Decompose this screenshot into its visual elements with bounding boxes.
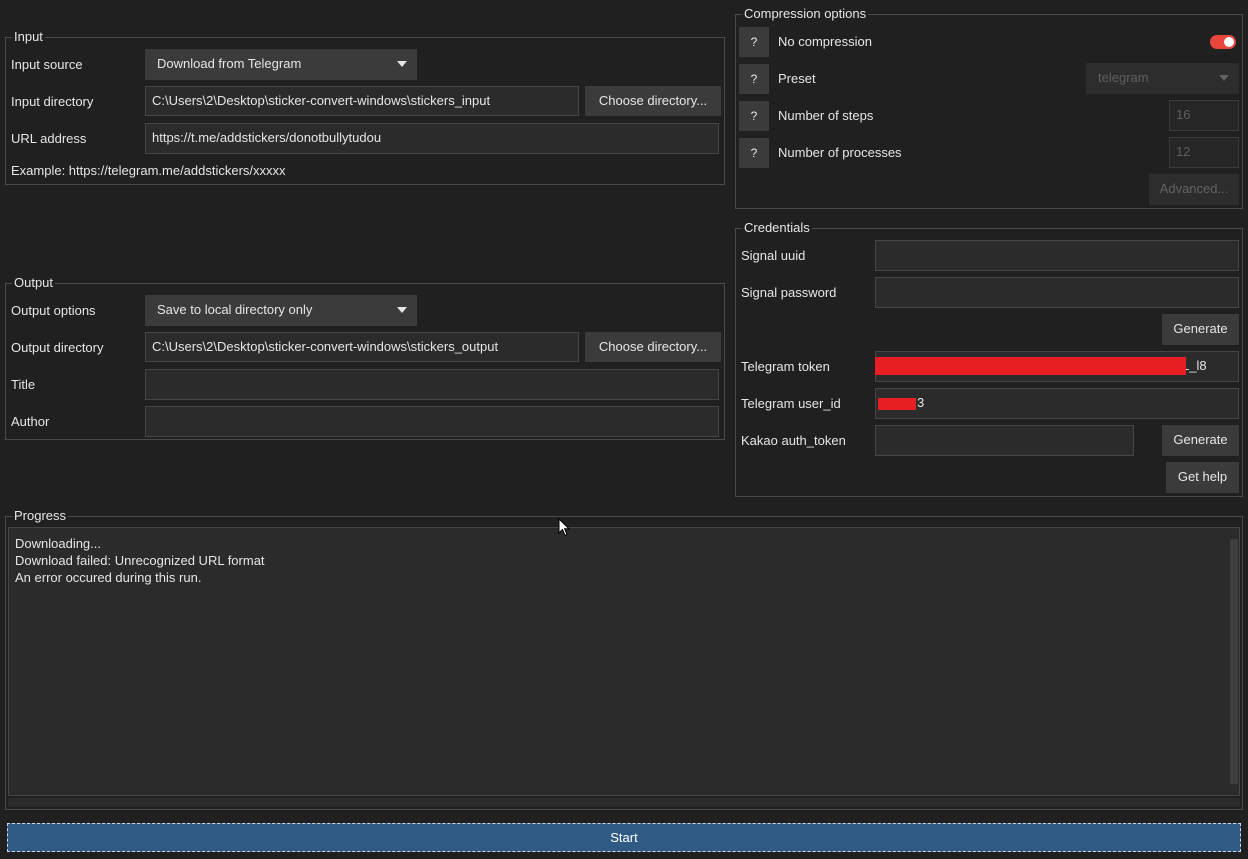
telegram-token-label: Telegram token <box>741 359 830 374</box>
signal-password-input[interactable] <box>875 277 1239 308</box>
input-source-label: Input source <box>11 57 83 72</box>
url-address-label: URL address <box>11 131 87 146</box>
telegram-userid-visible: 3 <box>917 395 925 410</box>
number-of-steps-label: Number of steps <box>778 108 874 123</box>
telegram-userid-redaction <box>878 398 916 410</box>
preset-label: Preset <box>778 71 816 86</box>
kakao-generate-button[interactable]: Generate <box>1162 425 1239 456</box>
preset-help-button[interactable]: ? <box>739 64 769 94</box>
output-directory-field[interactable]: C:\Users\2\Desktop\sticker-convert-windo… <box>145 332 579 362</box>
chevron-down-icon <box>1219 75 1229 81</box>
kakao-auth-token-label: Kakao auth_token <box>741 433 846 448</box>
author-input[interactable] <box>145 406 719 437</box>
preset-value: telegram <box>1098 70 1149 85</box>
input-choose-directory-button[interactable]: Choose directory... <box>585 86 721 116</box>
number-of-processes-label: Number of processes <box>778 145 902 160</box>
input-source-dropdown[interactable]: Download from Telegram <box>145 49 417 80</box>
url-address-input[interactable]: https://t.me/addstickers/donotbullytudou <box>145 123 719 154</box>
start-button[interactable]: Start <box>7 823 1241 852</box>
no-compression-toggle[interactable] <box>1210 35 1236 49</box>
progress-log[interactable]: Downloading... Download failed: Unrecogn… <box>8 527 1240 796</box>
progress-scrollbar[interactable] <box>1229 529 1239 794</box>
url-example-text: Example: https://telegram.me/addstickers… <box>11 163 286 178</box>
processes-help-button[interactable]: ? <box>739 138 769 168</box>
chevron-down-icon <box>397 307 407 313</box>
log-line: An error occured during this run. <box>15 570 202 585</box>
log-line: Downloading... <box>15 536 101 551</box>
input-directory-field[interactable]: C:\Users\2\Desktop\sticker-convert-windo… <box>145 86 579 116</box>
signal-uuid-label: Signal uuid <box>741 248 806 263</box>
compression-options-legend: Compression options <box>742 6 869 22</box>
credentials-legend: Credentials <box>742 220 812 236</box>
input-directory-label: Input directory <box>11 94 94 109</box>
output-directory-label: Output directory <box>11 340 104 355</box>
title-input[interactable] <box>145 369 719 400</box>
output-options-label: Output options <box>11 303 96 318</box>
advanced-button[interactable]: Advanced... <box>1149 174 1239 205</box>
signal-uuid-input[interactable] <box>875 240 1239 271</box>
output-group-legend: Output <box>12 275 56 291</box>
log-line: Download failed: Unrecognized URL format <box>15 553 265 568</box>
author-label: Author <box>11 414 50 429</box>
no-compression-label: No compression <box>778 34 872 49</box>
preset-dropdown[interactable]: telegram <box>1086 63 1239 94</box>
output-options-value: Save to local directory only <box>157 302 313 317</box>
output-choose-directory-button[interactable]: Choose directory... <box>585 332 721 362</box>
chevron-down-icon <box>397 61 407 67</box>
number-of-steps-input[interactable]: 16 <box>1169 100 1239 131</box>
signal-generate-button[interactable]: Generate <box>1162 314 1239 345</box>
input-source-value: Download from Telegram <box>157 56 302 71</box>
kakao-auth-token-input[interactable] <box>875 425 1134 456</box>
title-label: Title <box>11 377 36 392</box>
telegram-userid-label: Telegram user_id <box>741 396 841 411</box>
no-compression-help-button[interactable]: ? <box>739 27 769 57</box>
signal-password-label: Signal password <box>741 285 837 300</box>
input-group-legend: Input <box>12 29 45 45</box>
get-help-button[interactable]: Get help <box>1166 462 1239 493</box>
progress-bar <box>8 798 1240 807</box>
progress-legend: Progress <box>12 508 69 524</box>
toggle-knob <box>1224 37 1234 47</box>
mouse-cursor-icon <box>558 518 570 537</box>
scrollbar-thumb[interactable] <box>1230 539 1238 784</box>
telegram-token-redaction <box>875 357 1186 375</box>
telegram-userid-input[interactable]: 3 <box>875 388 1239 419</box>
number-of-processes-input[interactable]: 12 <box>1169 137 1239 168</box>
steps-help-button[interactable]: ? <box>739 101 769 131</box>
output-options-dropdown[interactable]: Save to local directory only <box>145 295 417 326</box>
